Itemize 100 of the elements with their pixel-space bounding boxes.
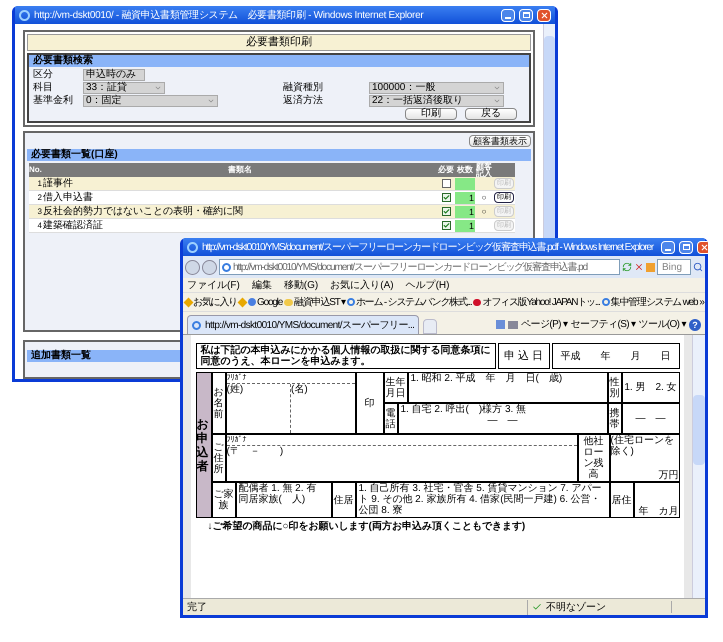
status-text: 完了 (187, 600, 208, 614)
consent-text: 私は下記の本申込みにかかる個人情報の取扱に関する同意条項に同意のうえ、本ローンを申込みます。 (196, 343, 496, 369)
command-menu[interactable]: ページ(P) ▾ (521, 317, 568, 332)
date-value: 平成 年 月 日 (552, 343, 680, 369)
date-label: 申 込 日 (498, 343, 550, 369)
document-name: 反社会的勢力ではないことの表明・確約に関 (43, 206, 244, 217)
furigana-label: ﾌﾘｶﾞﾅ (226, 435, 576, 446)
forward-button[interactable] (202, 260, 217, 274)
close-button[interactable] (537, 8, 551, 22)
form-label: 他社ローン残高 (578, 434, 610, 482)
search-field[interactable]: Bing (657, 259, 691, 275)
form-label: お名前 (212, 372, 226, 434)
sex-options: 1. 男 2. 女 (622, 372, 680, 403)
side-label: お申込者 (196, 372, 212, 518)
row-number: 1 (36, 178, 43, 190)
zone-indicator: 不明なゾーン (527, 600, 667, 614)
spouse-options: 配偶者 1. 無 2. 有 (238, 483, 328, 494)
favorite-link[interactable]: 融資申込ST ▾ (284, 294, 345, 310)
menu-item[interactable]: お気に入り(A) (330, 280, 394, 290)
checkbox[interactable] (442, 179, 450, 188)
close-icon (700, 242, 708, 252)
form-label: 電話 (384, 403, 398, 434)
search-icon[interactable] (693, 262, 703, 272)
surname-label: (姓) (226, 384, 291, 433)
command-menu[interactable]: セーフティ(S) ▾ (570, 317, 636, 332)
minimize-button[interactable] (501, 8, 515, 22)
select-field[interactable]: 22：一括返済後取り (369, 94, 504, 106)
product-note: ↓ご希望の商品に○印をお願いします(両方お申込み頂くこともできます) (206, 521, 526, 532)
customer-mark: ○ (482, 206, 486, 218)
count-field[interactable]: 1 (455, 220, 475, 232)
field-label: 科目 (33, 82, 54, 93)
row-number: 4 (36, 220, 43, 232)
address-field[interactable]: http://vm-dskt0010/YMS/document/スーパーフリーローンカードローンビッグ仮審査申込書.pd (219, 259, 620, 275)
ie-icon (602, 298, 610, 306)
select-field[interactable]: 100000：一般 (369, 82, 504, 94)
column-header: 顧客記入 (475, 163, 493, 177)
favorite-link[interactable]: オフィス版Yahoo! JAPANトッ... (473, 294, 600, 310)
browser-tab[interactable]: http://vm-dskt0010/YMS/document/スーパーフリー... (187, 315, 420, 334)
row-number: 2 (36, 192, 43, 204)
column-header: 書類名 (227, 164, 253, 176)
years-value: 年 カ月 (634, 482, 680, 518)
checkbox[interactable] (442, 193, 450, 202)
field-label: 融資種別 (283, 82, 324, 93)
given-name-label: (名) (291, 384, 309, 397)
count-field[interactable]: 1 (455, 206, 475, 218)
unit-label: 万円 (658, 470, 678, 481)
bing-icon (646, 262, 655, 272)
favorite-link[interactable]: ホーム - システムバンク株式... (346, 294, 472, 310)
action-button[interactable]: 戻る (465, 108, 517, 120)
ie-icon (222, 262, 231, 272)
residence-options: 1. 自己所有 3. 社宅・官舎 5. 賃貸マンション 7. アパート 9. その他 2. 家族所有 4. 借家(民間一戸建) 6. 公営・公団 8. 寮 (356, 482, 610, 518)
document-name: 謹事件 (43, 178, 74, 189)
customer-mark: ○ (482, 192, 486, 204)
form-label: 生年月日 (384, 372, 408, 403)
command-menu[interactable]: ツール(O) ▾ (638, 317, 686, 332)
customer-documents-button[interactable]: 顧客書類表示 (469, 135, 531, 147)
menu-item[interactable]: 移動(G) (284, 280, 318, 290)
refresh-icon[interactable] (622, 262, 632, 272)
ie-icon (192, 320, 201, 330)
count-field[interactable] (455, 178, 475, 190)
phone-options: 1. 自宅 2. 呼出( )様方 3. 無 (400, 404, 604, 415)
menu-item[interactable]: ヘルプ(H) (406, 280, 450, 290)
window-title: http://vm-dskt0010/YMS/document/スーパーフリーローンカードローンビッグ仮審査申込書.pdf - Windows Internet Explorer (202, 240, 654, 254)
loan-note: (住宅ローンを除く) (610, 435, 675, 457)
mobile-dash: ― ― (622, 403, 680, 434)
checkbox[interactable] (442, 207, 450, 216)
action-button[interactable]: 印刷 (405, 108, 457, 120)
favorites-button[interactable]: お気に入り (185, 294, 238, 310)
more-button[interactable]: » (699, 294, 704, 310)
select-field[interactable]: 0：固定 (83, 94, 218, 106)
menu-item[interactable]: ファイル(F) (187, 280, 240, 290)
form-label: ご家族 (212, 482, 236, 518)
close-button[interactable] (697, 240, 708, 254)
minimize-button[interactable] (661, 240, 676, 254)
select-field[interactable]: 33：証貸 (83, 82, 165, 94)
birth-date-options: 1. 昭和 2. 平成 年 月 日( 歳) (408, 372, 608, 403)
form-label: 性別 (608, 372, 622, 403)
ie-icon (19, 10, 30, 20)
column-header: 枚数 (456, 164, 474, 176)
favorite-link[interactable]: 集中管理システム web (602, 294, 698, 310)
menu-item[interactable]: 編集 (252, 280, 272, 290)
stop-icon[interactable] (634, 262, 644, 272)
help-button[interactable]: ? (689, 318, 701, 330)
checkbox[interactable] (442, 221, 450, 230)
favorite-link[interactable]: Google (248, 294, 282, 310)
window-title: http://vm-dskt0010/ - 融資申込書類管理システム 必要書類印刷 - Windows Internet Explorer (34, 8, 424, 22)
row-number: 3 (36, 206, 43, 218)
page-title: 必要書類印刷 (27, 34, 531, 51)
phone-dash: ― ― (486, 415, 518, 426)
column-header: 必要 (437, 164, 455, 176)
close-icon (540, 10, 548, 20)
maximize-button[interactable] (679, 240, 694, 254)
furigana-label: ﾌﾘｶﾞﾅ (226, 373, 354, 384)
back-button[interactable] (185, 260, 200, 274)
document-name: 建築確認済証 (43, 220, 104, 231)
field-label: 区分 (33, 69, 54, 80)
count-field[interactable]: 1 (455, 192, 475, 204)
seal-label: 印 (356, 372, 384, 434)
maximize-button[interactable] (519, 8, 533, 22)
form-label: 携帯 (608, 403, 622, 434)
